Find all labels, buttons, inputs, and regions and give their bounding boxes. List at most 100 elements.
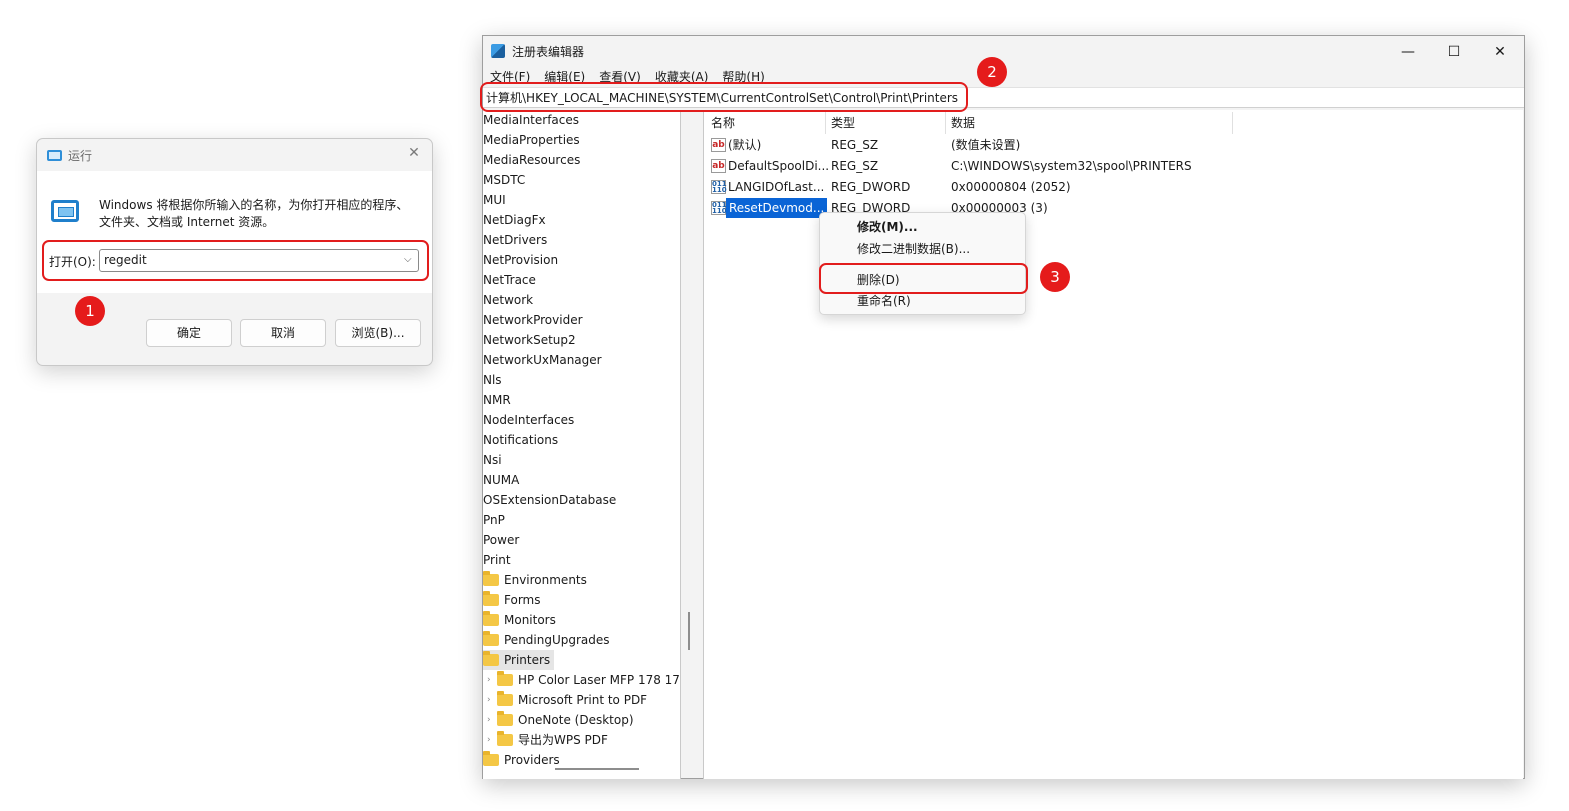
- chevron-right-icon[interactable]: ›: [487, 670, 493, 690]
- regedit-app-icon: [491, 44, 505, 58]
- menu-item-delete[interactable]: 删除(D): [857, 270, 900, 290]
- tree-item[interactable]: NetProvision: [483, 250, 558, 270]
- binary-value-icon: 011 110: [711, 180, 727, 194]
- chevron-down-icon[interactable]: ⌵: [404, 254, 412, 265]
- menu-bar: 文件(F) 编辑(E) 查看(V) 收藏夹(A) 帮助(H): [490, 68, 765, 86]
- string-value-icon: ab: [711, 159, 726, 173]
- tree-item[interactable]: Print: [483, 550, 511, 570]
- menu-item-rename[interactable]: 重命名(R): [857, 291, 911, 311]
- regedit-title-bar: 注册表编辑器: [491, 41, 584, 61]
- run-program-icon: [51, 200, 79, 222]
- run-dialog: 运行 ✕ Windows 将根据你所输入的名称，为你打开相应的程序、文件夹、文档…: [36, 138, 433, 366]
- tree-item[interactable]: NodeInterfaces: [483, 410, 574, 430]
- column-header-type[interactable]: 类型: [831, 114, 855, 132]
- folder-icon: [483, 611, 499, 626]
- value-type: REG_SZ: [831, 138, 879, 152]
- regedit-window: 注册表编辑器 — ☐ ✕ 文件(F) 编辑(E) 查看(V) 收藏夹(A) 帮助…: [482, 35, 1525, 779]
- regedit-title: 注册表编辑器: [512, 44, 585, 59]
- tree-item-environments[interactable]: Environments: [483, 570, 587, 590]
- menu-view[interactable]: 查看(V): [599, 68, 641, 86]
- chevron-right-icon[interactable]: ›: [487, 730, 493, 750]
- tree-item-forms[interactable]: Forms: [483, 590, 540, 610]
- run-command-input[interactable]: regedit: [99, 249, 419, 272]
- step-badge-3: 3: [1040, 262, 1070, 292]
- tree-item[interactable]: Network: [483, 290, 533, 310]
- value-name[interactable]: (默认): [728, 135, 761, 155]
- context-menu: 修改(M)... 修改二进制数据(B)... 删除(D) 重命名(R): [819, 212, 1026, 315]
- tree-item[interactable]: PnP: [483, 510, 505, 530]
- run-title-bar: 运行: [47, 146, 92, 164]
- tree-item[interactable]: NUMA: [483, 470, 519, 490]
- tree-item-pendingupgrades[interactable]: PendingUpgrades: [483, 630, 610, 650]
- values-list: 名称 类型 数据 ab (默认) REG_SZ (数值未设置) ab Defau…: [703, 110, 1523, 779]
- tree-horizontal-scrollbar[interactable]: [555, 768, 639, 770]
- folder-icon: [483, 631, 499, 646]
- tree-item-printer[interactable]: › Microsoft Print to PDF: [487, 690, 647, 710]
- column-divider[interactable]: [945, 112, 946, 134]
- tree-item[interactable]: MediaProperties: [483, 130, 580, 150]
- tree-item[interactable]: NetworkProvider: [483, 310, 583, 330]
- run-body: Windows 将根据你所输入的名称，为你打开相应的程序、文件夹、文档或 Int…: [37, 171, 432, 293]
- folder-icon: [483, 751, 499, 766]
- value-name-selected[interactable]: ResetDevmod...: [726, 198, 828, 218]
- value-name[interactable]: LANGIDOfLast...: [728, 177, 824, 197]
- tree-item[interactable]: Nsi: [483, 450, 502, 470]
- chevron-right-icon[interactable]: ›: [487, 690, 493, 710]
- address-bar[interactable]: 计算机\HKEY_LOCAL_MACHINE\SYSTEM\CurrentCon…: [483, 87, 1524, 108]
- tree-item[interactable]: MSDTC: [483, 170, 525, 190]
- open-label: 打开(O):: [49, 255, 96, 269]
- tree-item[interactable]: Power: [483, 530, 519, 550]
- binary-value-icon: 011 110: [711, 201, 727, 215]
- folder-icon: [497, 671, 513, 686]
- menu-item-modify-binary[interactable]: 修改二进制数据(B)...: [857, 239, 970, 259]
- folder-icon: [497, 731, 513, 746]
- close-icon[interactable]: ✕: [1477, 41, 1523, 63]
- tree-item[interactable]: NetworkUxManager: [483, 350, 602, 370]
- tree-item-monitors[interactable]: Monitors: [483, 610, 556, 630]
- tree-item[interactable]: Notifications: [483, 430, 558, 450]
- ok-button[interactable]: 确定: [146, 319, 232, 347]
- tree-item-printer[interactable]: › HP Color Laser MFP 178 179: [487, 670, 680, 690]
- tree-item[interactable]: Nls: [483, 370, 502, 390]
- tree-item[interactable]: MediaInterfaces: [483, 110, 579, 130]
- column-header-name[interactable]: 名称: [711, 114, 735, 132]
- tree-item[interactable]: MUI: [483, 190, 506, 210]
- tree-item[interactable]: NMR: [483, 390, 511, 410]
- folder-open-icon: [483, 651, 499, 666]
- value-name[interactable]: DefaultSpoolDi...: [728, 156, 829, 176]
- maximize-icon[interactable]: ☐: [1431, 41, 1477, 63]
- tree-item-printer[interactable]: › 导出为WPS PDF: [487, 730, 608, 750]
- minimize-icon[interactable]: —: [1385, 41, 1431, 63]
- folder-icon: [497, 711, 513, 726]
- value-data: 0x00000804 (2052): [951, 180, 1071, 194]
- menu-edit[interactable]: 编辑(E): [544, 68, 585, 86]
- step-badge-2: 2: [977, 57, 1007, 87]
- chevron-right-icon[interactable]: ›: [487, 710, 493, 730]
- cancel-button[interactable]: 取消: [240, 319, 326, 347]
- value-data: (数值未设置): [951, 138, 1021, 152]
- tree-item-printers[interactable]: Printers: [483, 650, 555, 670]
- folder-icon: [483, 571, 499, 586]
- value-type: REG_DWORD: [831, 180, 911, 194]
- column-divider[interactable]: [825, 112, 826, 134]
- tree-item[interactable]: NetworkSetup2: [483, 330, 576, 350]
- browse-button[interactable]: 浏览(B)...: [335, 319, 421, 347]
- tree-item[interactable]: NetTrace: [483, 270, 536, 290]
- tree-item-printer[interactable]: › OneNote (Desktop): [487, 710, 634, 730]
- column-divider[interactable]: [1232, 112, 1233, 134]
- tree-item[interactable]: MediaResources: [483, 150, 580, 170]
- column-header-data[interactable]: 数据: [951, 114, 975, 132]
- menu-favorites[interactable]: 收藏夹(A): [655, 68, 709, 86]
- close-icon[interactable]: ✕: [406, 145, 422, 161]
- tree-item[interactable]: OSExtensionDatabase: [483, 490, 616, 510]
- menu-file[interactable]: 文件(F): [490, 68, 530, 86]
- menu-item-modify[interactable]: 修改(M)...: [857, 217, 918, 237]
- step-badge-1: 1: [75, 296, 105, 326]
- folder-icon: [497, 691, 513, 706]
- tree-item[interactable]: NetDrivers: [483, 230, 547, 250]
- menu-help[interactable]: 帮助(H): [722, 68, 764, 86]
- tree-item[interactable]: NetDiagFx: [483, 210, 546, 230]
- key-tree: MediaInterfaces MediaProperties MediaRes…: [483, 110, 681, 779]
- tree-vertical-scrollbar[interactable]: [688, 612, 690, 650]
- tree-item-providers[interactable]: Providers: [483, 750, 560, 770]
